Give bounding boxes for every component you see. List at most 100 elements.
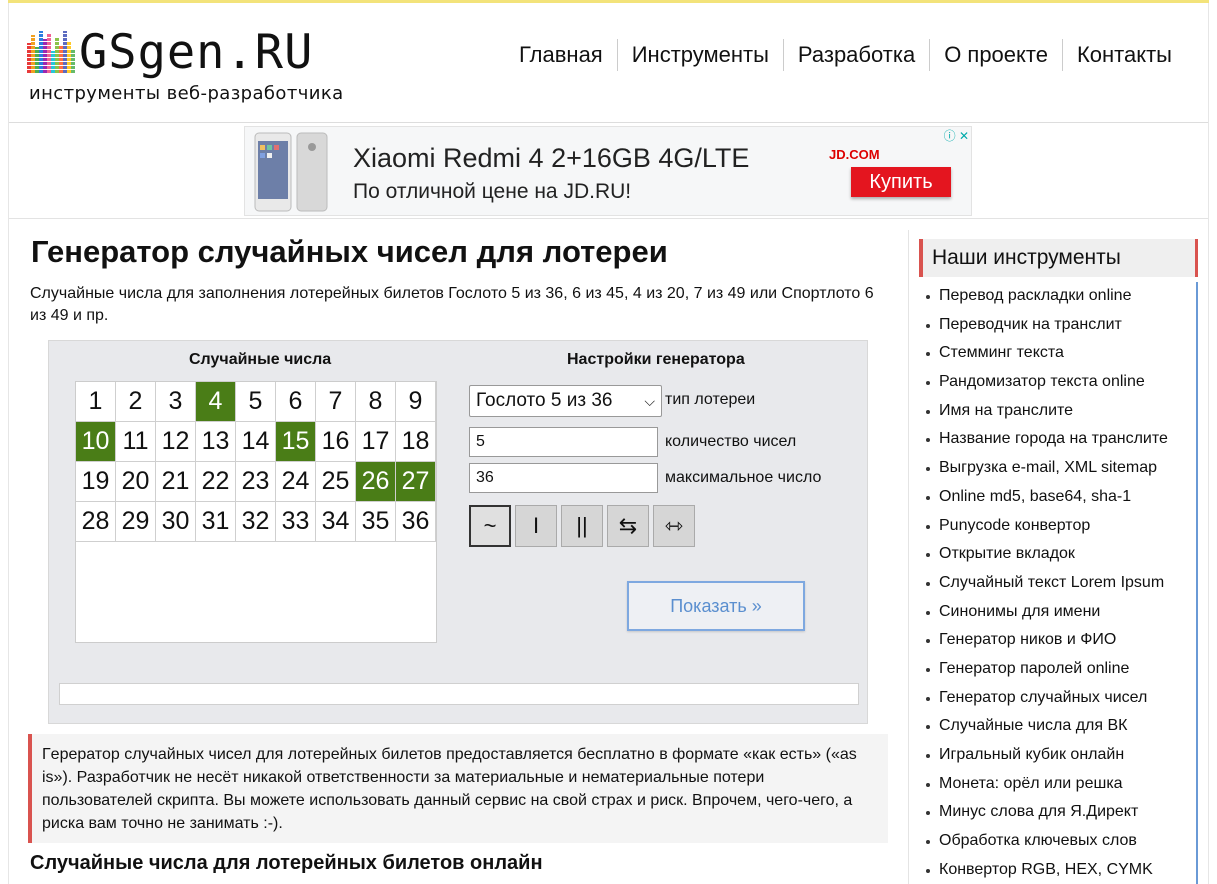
nav-item[interactable]: Контакты [1061, 39, 1186, 71]
ad-info-icon[interactable]: ⓘ [944, 129, 956, 143]
number-cell: 22 [196, 462, 236, 502]
number-cell: 18 [396, 422, 436, 462]
ad-title: Xiaomi Redmi 4 2+16GB 4G/LTE [353, 143, 750, 173]
number-cell: 34 [316, 502, 356, 542]
logo-text: GSgen.RU [79, 25, 314, 80]
disclaimer-notice: Гeрератор случайных чисел для лотерейных… [28, 734, 888, 843]
single-bar-button[interactable]: I [515, 505, 557, 547]
lottery-type-value: Гослото 5 из 36 [476, 390, 613, 411]
logo-bars-icon [27, 31, 75, 73]
number-cell: 21 [156, 462, 196, 502]
sidebar-tool-link[interactable]: Случайные числа для ВК [921, 712, 1198, 741]
divider [9, 218, 1208, 219]
sidebar-title: Наши инструменты [919, 239, 1198, 277]
result-bar [59, 683, 859, 705]
sidebar-tool-link[interactable]: Стемминг текста [921, 339, 1198, 369]
nav-item[interactable]: Разработка [782, 39, 929, 71]
ad-close-icon[interactable]: ✕ [959, 129, 969, 143]
sidebar-tool-link[interactable]: Генератор паролей online [921, 654, 1198, 684]
number-cell: 8 [356, 382, 396, 422]
phone-image [254, 132, 328, 212]
number-cell: 30 [156, 502, 196, 542]
number-cell: 23 [236, 462, 276, 502]
site-header: GSgen.RU инструменты веб-разработчика Гл… [9, 3, 1208, 123]
number-cell: 20 [116, 462, 156, 502]
sidebar-tool-link[interactable]: Punycode конвертор [921, 511, 1198, 541]
page-title: Генератор случайных чисел для лотереи [31, 234, 668, 269]
number-cell: 24 [276, 462, 316, 502]
ad-buy-button[interactable]: Купить [851, 167, 951, 197]
number-grid: 1 2 3 4 5 6 7 8 9 10 11 12 13 14 15 16 17 18 19 20 21 22 23 24 2… [76, 382, 436, 542]
sidebar-tool-link[interactable]: Online md5, base64, sha-1 [921, 482, 1198, 512]
sidebar-tool-link[interactable]: Игральный кубик онлайн [921, 741, 1198, 770]
number-cell: 6 [276, 382, 316, 422]
max-label: максимальное число [665, 469, 822, 486]
number-cell-selected: 26 [356, 462, 396, 502]
count-label: количество чисел [665, 433, 797, 450]
ad-brand-text: JD.COM [829, 147, 880, 162]
mode-buttons: ~ I || ⇆ ⇿ [469, 505, 699, 547]
lottery-type-select[interactable]: Гослото 5 из 36 ⌵ [469, 385, 662, 417]
count-input[interactable]: 5 [469, 427, 658, 457]
range-button[interactable]: ⇿ [653, 505, 695, 547]
double-bar-button[interactable]: || [561, 505, 603, 547]
number-cell: 1 [76, 382, 116, 422]
number-cell: 29 [116, 502, 156, 542]
sidebar-tool-link[interactable]: Рандомизатор текста online [921, 368, 1198, 397]
tilde-mode-button[interactable]: ~ [469, 505, 511, 547]
sidebar-tool-link[interactable]: Перевод раскладки online [921, 282, 1198, 311]
lottery-type-label: тип лотереи [665, 391, 756, 408]
sidebar-tool-link[interactable]: Генератор случайных чисел [921, 683, 1198, 713]
ad-banner[interactable]: Xiaomi Redmi 4 2+16GB 4G/LTE По отличной… [244, 126, 972, 216]
number-cell: 33 [276, 502, 316, 542]
page-intro: Случайные числа для заполнения лотерейны… [30, 285, 874, 324]
number-cell: 11 [116, 422, 156, 462]
sidebar-tool-link[interactable]: Синонимы для имени [921, 597, 1198, 627]
number-cell: 17 [356, 422, 396, 462]
sidebar-tool-link[interactable]: Переводчик на транслит [921, 310, 1198, 340]
logo-subtitle: инструменты веб-разработчика [29, 83, 344, 104]
number-cell: 16 [316, 422, 356, 462]
number-cell: 9 [396, 382, 436, 422]
nav-item[interactable]: Главная [505, 39, 617, 71]
nav-item[interactable]: Инструменты [616, 39, 783, 71]
sidebar-tool-link[interactable]: Выгрузка e-mail, XML sitemap [921, 454, 1198, 483]
main-nav: Главная Инструменты Разработка О проекте Кон… [505, 39, 1186, 71]
number-cell: 13 [196, 422, 236, 462]
number-cell: 14 [236, 422, 276, 462]
numbers-heading: Случайные числа [189, 351, 332, 368]
number-cell-selected: 27 [396, 462, 436, 502]
number-cell-selected: 10 [76, 422, 116, 462]
number-cell: 19 [76, 462, 116, 502]
nav-item[interactable]: О проекте [929, 39, 1062, 71]
number-cell: 2 [116, 382, 156, 422]
sidebar-tool-link[interactable]: Обработка ключевых слов [921, 827, 1198, 856]
number-cell: 3 [156, 382, 196, 422]
number-cell: 35 [356, 502, 396, 542]
generator-panel: Случайные числа Настройки генератора 123… [48, 340, 868, 724]
sidebar-tool-link[interactable]: Генератор ников и ФИО [921, 626, 1198, 655]
sidebar-tool-link[interactable]: Конвертор RGB, HEX, CYMK [921, 855, 1198, 884]
show-button[interactable]: Показать » [627, 581, 805, 631]
swap-button[interactable]: ⇆ [607, 505, 649, 547]
number-cell: 28 [76, 502, 116, 542]
numbers-panel: 1 2 3 4 5 6 7 8 9 10 11 12 13 14 15 16 17 18 19 20 21 22 23 24 2… [75, 381, 437, 643]
sidebar-tool-link[interactable]: Имя на транслите [921, 396, 1198, 426]
sidebar-tool-link[interactable]: Случайный текст Lorem Ipsum [921, 568, 1198, 598]
number-cell: 36 [396, 502, 436, 542]
ad-controls: ⓘ ✕ [944, 127, 969, 144]
number-cell: 7 [316, 382, 356, 422]
sidebar-tool-link[interactable]: Название города на транслите [921, 425, 1198, 455]
ad-brand-logo: JD.COM [829, 147, 880, 162]
ad-description: По отличной цене на JD.RU! [353, 180, 632, 203]
site-logo[interactable]: GSgen.RU инструменты веб-разработчика [27, 23, 347, 105]
number-cell-selected: 15 [276, 422, 316, 462]
section-subtitle: Случайные числа для лотерейных билетов о… [30, 852, 543, 874]
number-cell: 12 [156, 422, 196, 462]
number-cell: 31 [196, 502, 236, 542]
max-input[interactable]: 36 [469, 463, 658, 493]
sidebar-tool-link[interactable]: Минус слова для Я.Директ [921, 798, 1198, 828]
sidebar-tool-link[interactable]: Монета: орёл или решка [921, 769, 1198, 799]
sidebar-tool-link[interactable]: Открытие вкладок [921, 540, 1198, 569]
sidebar-tool-list: Перевод раскладки online Переводчик на тр… [921, 282, 1198, 884]
